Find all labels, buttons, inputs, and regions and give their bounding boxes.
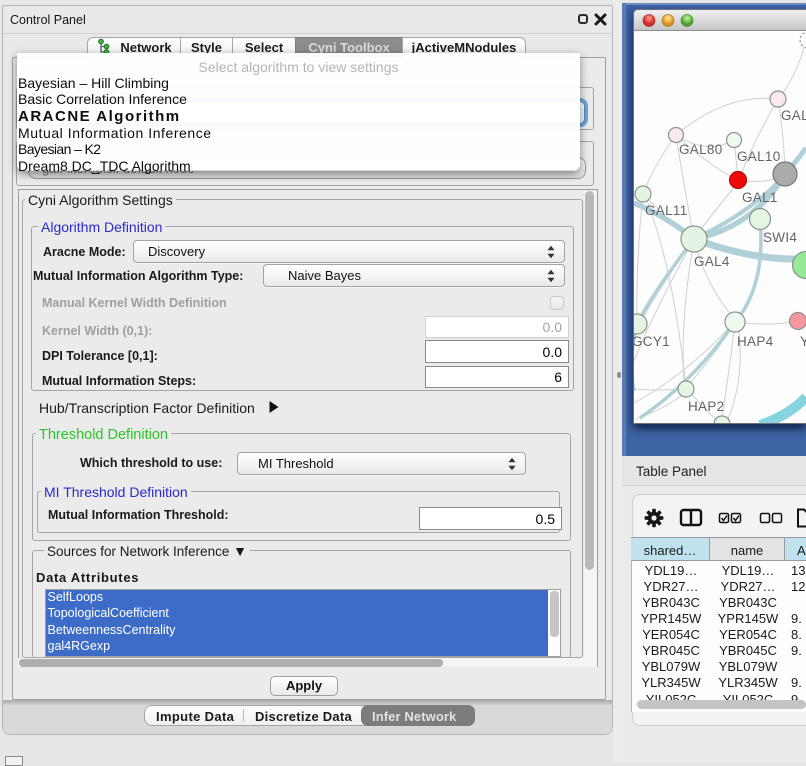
svg-text:SWI4: SWI4 xyxy=(763,230,797,245)
svg-text:GCY1: GCY1 xyxy=(634,334,670,349)
svg-text:GAL80: GAL80 xyxy=(679,142,723,157)
svg-text:GAL: GAL xyxy=(781,108,806,123)
svg-text:GAL1: GAL1 xyxy=(742,190,778,205)
svg-text:GAL10: GAL10 xyxy=(737,149,781,164)
svg-text:GAL4: GAL4 xyxy=(694,254,730,269)
svg-text:HAP4: HAP4 xyxy=(737,334,774,349)
svg-text:Y: Y xyxy=(800,334,806,349)
svg-text:GAL11: GAL11 xyxy=(645,203,688,218)
svg-text:HAP2: HAP2 xyxy=(688,399,724,414)
